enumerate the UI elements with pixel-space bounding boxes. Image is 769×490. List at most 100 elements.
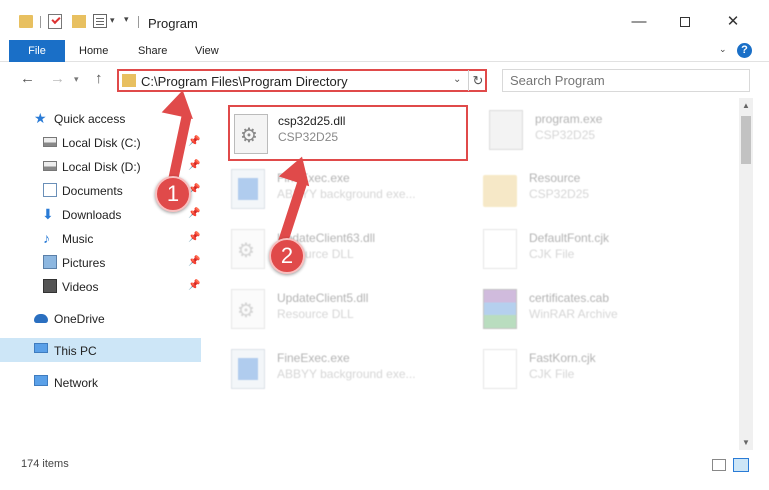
file-item[interactable]: FineExec.exe ABBYY background exe...	[206, 341, 446, 397]
status-bar: 174 items	[0, 450, 769, 480]
window-title: Program	[148, 16, 198, 31]
pin-icon[interactable]: 📌	[188, 256, 200, 267]
file-icon	[483, 349, 517, 389]
chevron-down-icon[interactable]: ⌄	[453, 74, 461, 85]
nav-item-label: Videos	[62, 280, 99, 294]
help-icon[interactable]: ?	[737, 43, 752, 58]
nav-item-pictures[interactable]: Pictures 📌	[0, 250, 201, 274]
file-icon	[483, 229, 517, 269]
documents-icon	[43, 183, 57, 197]
videos-icon	[43, 279, 57, 293]
properties-icon[interactable]	[93, 14, 107, 28]
file-item[interactable]: FastKorn.cjk CJK File	[458, 341, 698, 397]
file-item[interactable]: UpdateClient63.dll Resource DLL	[206, 221, 446, 277]
step-badge-2: 2	[269, 238, 305, 274]
nav-item-label: Pictures	[62, 256, 106, 270]
file-description: CSP32D25	[278, 130, 339, 144]
separator	[138, 16, 139, 28]
file-description: ABBYY background exe...	[277, 367, 416, 381]
file-name: FineExec.exe	[277, 351, 350, 365]
navigation-bar: ← → ▾ ↑ C:\Program Files\Program Directo…	[0, 62, 769, 98]
file-item[interactable]: certificates.cab WinRAR Archive	[458, 281, 698, 337]
dll-gear-icon	[234, 114, 268, 154]
tab-share[interactable]: Share	[138, 40, 167, 62]
expand-ribbon-icon[interactable]: ⌄	[719, 44, 727, 55]
customize-toolbar-icon[interactable]: ▾	[124, 14, 129, 25]
file-name: FastKorn.cjk	[529, 351, 596, 365]
nav-item-videos[interactable]: Videos 📌	[0, 274, 201, 298]
download-icon: ⬇	[42, 206, 54, 222]
refresh-icon[interactable]: ↻	[468, 70, 487, 91]
search-input[interactable]	[503, 70, 749, 91]
window-bottom-edge	[0, 480, 769, 490]
close-button[interactable]: ✕	[710, 8, 756, 36]
file-description: Resource DLL	[277, 307, 354, 321]
music-icon: ♪	[43, 230, 50, 246]
file-item[interactable]: UpdateClient5.dll Resource DLL	[206, 281, 446, 337]
dll-gear-icon	[231, 289, 265, 329]
address-path[interactable]: C:\Program Files\Program Directory	[141, 74, 348, 89]
network-icon	[34, 375, 48, 386]
nav-item-label: This PC	[54, 344, 97, 358]
nav-item-this-pc[interactable]: This PC	[0, 338, 201, 362]
new-folder-icon[interactable]	[72, 15, 86, 28]
nav-item-onedrive[interactable]: OneDrive	[0, 306, 201, 330]
tab-file[interactable]: File	[9, 40, 65, 62]
pin-icon[interactable]: 📌	[188, 232, 200, 243]
scroll-up-icon[interactable]: ▲	[742, 101, 750, 110]
pin-icon[interactable]: 📌	[188, 136, 200, 147]
file-description: WinRAR Archive	[529, 307, 618, 321]
tab-home[interactable]: Home	[79, 40, 108, 62]
separator	[40, 16, 41, 28]
large-icons-view-icon[interactable]	[733, 458, 749, 472]
forward-arrow-icon[interactable]: →	[50, 70, 65, 87]
up-arrow-icon[interactable]: ↑	[95, 70, 103, 87]
properties-check-icon[interactable]	[48, 14, 62, 29]
file-description: CJK File	[529, 367, 575, 381]
step-badge-1: 1	[155, 176, 191, 212]
dll-gear-icon	[231, 229, 265, 269]
drive-icon	[43, 161, 57, 171]
file-item[interactable]: Resource CSP32D25	[458, 161, 698, 217]
exe-icon	[231, 349, 265, 389]
vertical-scrollbar[interactable]: ▲ ▼	[739, 98, 753, 450]
scroll-down-icon[interactable]: ▼	[742, 438, 750, 447]
nav-item-music[interactable]: ♪ Music 📌	[0, 226, 201, 250]
back-arrow-icon[interactable]: ←	[20, 70, 35, 87]
star-icon: ★	[34, 110, 47, 126]
file-name: program.exe	[535, 112, 603, 126]
file-item[interactable]: program.exe CSP32D25	[464, 102, 704, 158]
tab-view[interactable]: View	[195, 40, 219, 62]
file-name: csp32d25.dll	[278, 114, 346, 128]
archive-icon	[483, 289, 517, 329]
file-item[interactable]: FineExec.exe ABBYY background exe...	[206, 161, 446, 217]
file-description: CJK File	[529, 247, 575, 261]
nav-item-local-disk-c[interactable]: Local Disk (C:) 📌	[0, 130, 201, 154]
nav-item-network[interactable]: Network	[0, 370, 201, 394]
file-description: CSP32D25	[529, 187, 590, 201]
item-count: 174 items	[21, 458, 69, 470]
maximize-button[interactable]	[662, 8, 708, 36]
pin-icon[interactable]: 📌	[188, 208, 200, 219]
file-name: UpdateClient5.dll	[277, 291, 369, 305]
details-view-icon[interactable]	[712, 459, 726, 471]
pin-icon[interactable]: 📌	[188, 160, 200, 171]
recent-locations-icon[interactable]: ▾	[74, 74, 79, 85]
file-name: certificates.cab	[529, 291, 610, 305]
folder-icon	[122, 74, 136, 87]
nav-item-label: Local Disk (C:)	[62, 136, 141, 150]
pin-icon[interactable]: 📌	[188, 280, 200, 291]
chevron-down-icon[interactable]: ▾	[110, 15, 115, 26]
scrollbar-thumb[interactable]	[741, 116, 751, 164]
nav-item-label: Documents	[62, 184, 123, 198]
file-name: DefaultFont.cjk	[529, 231, 610, 245]
folder-icon	[19, 15, 33, 28]
exe-icon	[231, 169, 265, 209]
file-item-csp32d25-dll[interactable]: csp32d25.dll CSP32D25	[228, 105, 468, 161]
search-box[interactable]	[502, 69, 750, 92]
minimize-button[interactable]: —	[616, 8, 662, 36]
file-name: Resource	[529, 171, 581, 185]
file-item[interactable]: DefaultFont.cjk CJK File	[458, 221, 698, 277]
file-description: CSP32D25	[535, 128, 596, 142]
program-icon	[489, 110, 523, 150]
